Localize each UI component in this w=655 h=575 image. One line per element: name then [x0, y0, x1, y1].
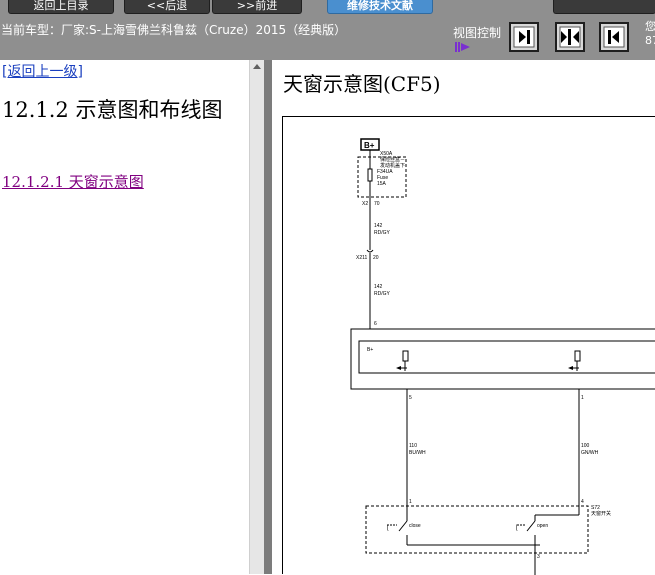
back-to-directory-button[interactable]: 返回上目录 [8, 0, 114, 14]
relay-symbol [402, 350, 409, 362]
fuse-rating: 15A [377, 181, 387, 187]
wire-color: RD/GY [374, 230, 391, 236]
open-bracket: [ [516, 525, 518, 531]
scroll-up-arrow-icon[interactable] [253, 64, 261, 69]
clipped-text-line: 87 [645, 34, 655, 47]
arrow-right-bar-icon [513, 26, 535, 48]
fuse-symbol [367, 168, 373, 182]
open-label: open [537, 523, 548, 529]
expand-left-button[interactable] [599, 22, 629, 52]
pane-splitter[interactable] [264, 60, 272, 574]
wire-number: 110 [409, 443, 417, 449]
split-view-button[interactable] [555, 22, 585, 52]
close-bracket: [ [387, 525, 389, 531]
top-toolbar: 返回上目录 <<后退 >>前进 维修技术文献 当前车型：厂家:S-上海雪佛兰科鲁… [0, 0, 655, 60]
close-label: close [409, 523, 421, 529]
switch-pin-1: 1 [409, 499, 412, 505]
view-control-label: 视图控制 [453, 26, 502, 40]
module-bplus-label: B+ [367, 347, 373, 353]
expand-right-button[interactable] [509, 22, 539, 52]
wire-color: BU/WH [409, 450, 426, 456]
section-title: 12.1.2 示意图和布线图 [2, 98, 223, 122]
arrow-left-bar-icon [603, 26, 625, 48]
wire-number: 100 [581, 443, 590, 449]
pin-1: 1 [581, 395, 584, 401]
forward-button[interactable]: >>前进 [212, 0, 302, 14]
toolbar-extra-button[interactable] [553, 0, 655, 14]
sunroof-switch-outline [365, 505, 589, 554]
fuse-desc-line: 发动机盖下 [380, 162, 405, 169]
wire-number: 142 [374, 284, 383, 290]
wire-color: GN/WH [581, 450, 599, 456]
tech-docs-button[interactable]: 维修技术文献 [327, 0, 433, 14]
switch-pin-3: 3 [537, 554, 540, 560]
switch-pin-4: 4 [581, 499, 584, 505]
sunroof-module-outer [350, 328, 655, 390]
relay-symbol [574, 350, 581, 362]
back-button[interactable]: <<后退 [124, 0, 210, 14]
pin-70: 70 [374, 201, 380, 207]
connector-x211: X211 [356, 255, 368, 261]
open-contact [526, 520, 536, 532]
pin-5: 5 [409, 395, 412, 401]
current-vehicle-info: 当前车型：厂家:S-上海雪佛兰科鲁兹（Cruze）2015（经典版） [1, 23, 347, 37]
wire-number: 142 [374, 223, 383, 229]
view-control-icon [455, 42, 470, 52]
content-title: 天窗示意图(CF5) [283, 72, 441, 96]
wire-color: RD/GY [374, 291, 391, 297]
split-arrows-icon [559, 26, 581, 48]
pin-6: 6 [374, 321, 377, 327]
left-pane-scrollbar[interactable] [249, 60, 265, 574]
clipped-text-line: 您 [645, 20, 655, 33]
clipped-user-info: 您 87 [645, 20, 655, 48]
battery-label: B+ [364, 141, 375, 150]
pin-20: 20 [373, 255, 379, 261]
fuse-desc-line: 保险丝盒－ [380, 156, 405, 163]
inline-connector [366, 249, 374, 253]
left-nav-pane [0, 60, 249, 574]
connector-x2: X2 [362, 201, 368, 207]
sunroof-schematic-link[interactable]: 12.1.2.1 天窗示意图 [2, 171, 144, 192]
wiring-diagram: B+ X50A 保险丝盒－ 发动机盖下 F34UA Fuse 15A X2 70… [282, 116, 655, 575]
switch-desc: 天窗开关 [591, 510, 611, 517]
close-contact [398, 520, 408, 532]
back-one-level-link[interactable]: [返回上一级] [2, 61, 83, 81]
